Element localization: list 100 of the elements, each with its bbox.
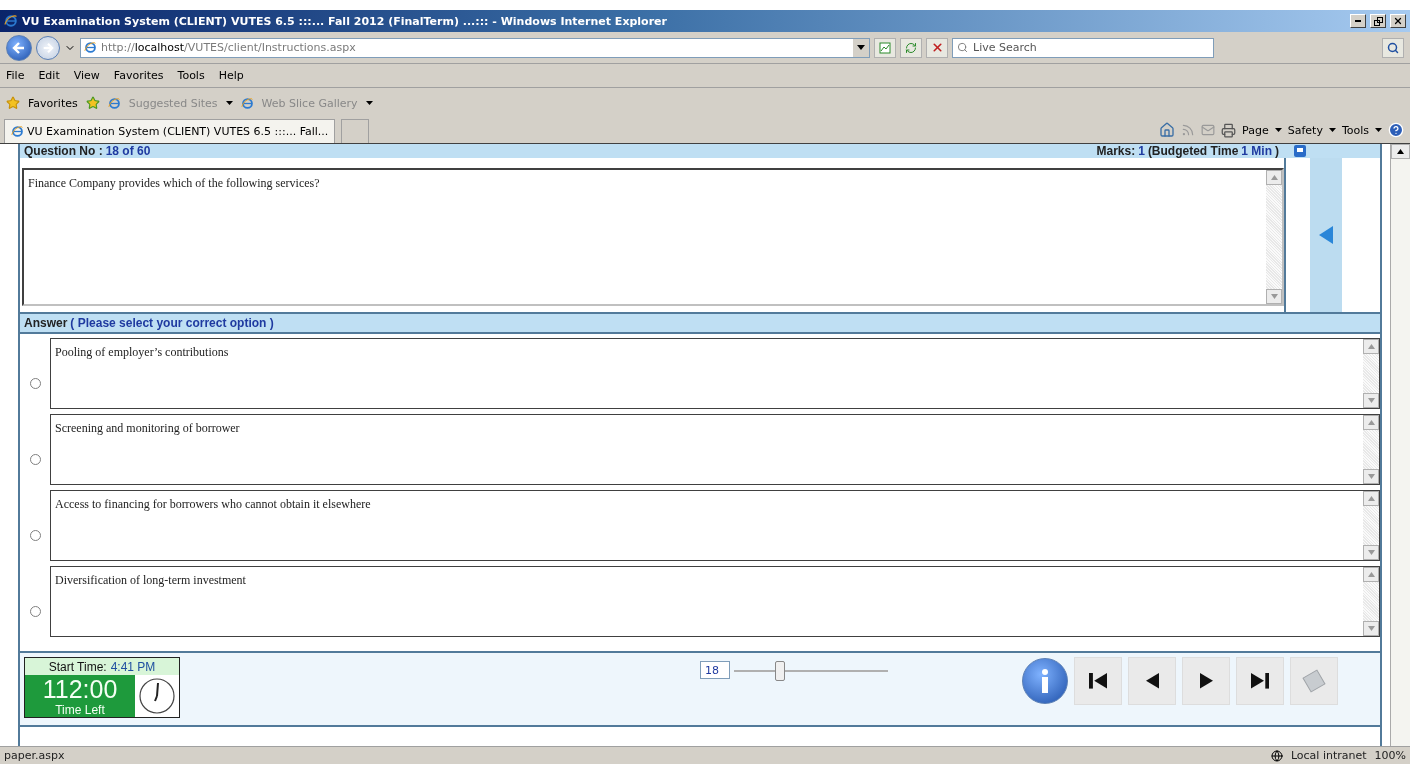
browser-icon (107, 96, 121, 110)
scrollbar[interactable] (1266, 170, 1282, 304)
question-number: 18 of 60 (105, 144, 151, 158)
stop-icon (930, 41, 944, 54)
command-menu[interactable]: Tools (1341, 123, 1369, 137)
previous-icon (1145, 673, 1159, 689)
caret-icon (1274, 128, 1282, 132)
last-button[interactable] (1236, 657, 1284, 705)
caret-icon (1328, 128, 1336, 132)
menu-item[interactable]: Tools (177, 69, 205, 82)
scroll-down-icon[interactable] (1270, 294, 1278, 299)
option-radio[interactable] (29, 606, 41, 617)
first-icon (1088, 673, 1108, 689)
info-button[interactable] (1022, 658, 1068, 704)
minimize-button[interactable] (1350, 14, 1366, 28)
restore-icon (1373, 16, 1383, 26)
time-left: 112:00 (42, 675, 118, 703)
scroll-down-icon[interactable] (1367, 398, 1375, 403)
menu-item[interactable]: Help (218, 69, 244, 82)
scroll-down-icon[interactable] (1367, 550, 1375, 555)
address-dropdown-button[interactable] (853, 38, 869, 57)
scrollbar[interactable] (1363, 491, 1379, 560)
scrollbar[interactable] (1363, 415, 1379, 484)
page-scrollbar[interactable] (1390, 144, 1410, 746)
menu-item[interactable]: View (73, 69, 100, 82)
status-text: paper.aspx (4, 749, 65, 762)
close-button[interactable] (1390, 14, 1406, 28)
caret-icon (1375, 128, 1382, 132)
last-icon (1250, 673, 1270, 689)
clock-icon (138, 677, 176, 715)
start-time-label: Start Time: (48, 659, 107, 674)
browser-icon (84, 41, 97, 54)
minimize-icon (1355, 20, 1361, 22)
option-radio[interactable] (29, 530, 41, 541)
next-icon (1199, 673, 1213, 689)
search-icon (957, 41, 968, 53)
close-icon (1393, 16, 1403, 26)
menu-item[interactable]: Edit (38, 69, 60, 82)
slider-thumb[interactable] (775, 661, 786, 681)
address-field[interactable]: http://localhost/VUTES/client/Instructions.aspx (80, 37, 870, 58)
scroll-down-icon[interactable] (1367, 626, 1375, 631)
forward-button[interactable] (36, 35, 60, 60)
option-radio[interactable] (29, 378, 41, 389)
info-icon (1041, 669, 1049, 693)
compatibility-button[interactable] (874, 37, 896, 58)
mail-icon[interactable] (1201, 123, 1216, 137)
caret-icon (365, 101, 373, 105)
page-icon (879, 41, 891, 54)
menu-item[interactable]: Favorites (113, 69, 164, 82)
budget-value: 1 Min (1241, 144, 1272, 158)
option-radio[interactable] (29, 454, 41, 465)
browser-icon (11, 125, 24, 138)
restore-button[interactable] (1370, 14, 1386, 28)
search-button[interactable] (1382, 37, 1404, 58)
home-icon[interactable] (1159, 122, 1176, 138)
scrollbar[interactable] (1363, 567, 1379, 636)
option-text: Pooling of employer’s contributions (54, 344, 230, 361)
caret-icon (225, 101, 233, 105)
save-icon[interactable] (1294, 145, 1306, 157)
refresh-icon (905, 41, 917, 54)
globe-icon (1270, 749, 1283, 762)
stop-button[interactable] (926, 37, 948, 58)
help-icon[interactable] (1388, 122, 1404, 138)
back-arrow-icon (12, 40, 26, 55)
zoom-level[interactable]: 100% (1374, 749, 1406, 762)
caret-icon (857, 45, 865, 50)
option-text: Screening and monitoring of borrower (54, 420, 241, 437)
window-title: VU Examination System (CLIENT) VUTES 6.5 :::... Fall 2012 (FinalTerm) ...::: - Windows Internet Explorer (22, 14, 668, 28)
add-favorite-icon[interactable] (85, 96, 100, 110)
search-field[interactable]: Live Search (952, 37, 1214, 58)
command-menu[interactable]: Page (1242, 123, 1269, 137)
save-button[interactable] (1290, 657, 1338, 705)
scroll-down-icon[interactable] (1367, 474, 1375, 479)
side-strip[interactable] (1310, 158, 1342, 312)
collapse-arrow-icon[interactable] (1319, 226, 1333, 244)
refresh-button[interactable] (900, 37, 922, 58)
option-text: Access to financing for borrowers who cannot obtain it elsewhere (54, 496, 372, 513)
back-button[interactable] (6, 34, 32, 61)
command-menu[interactable]: Safety (1287, 123, 1323, 137)
question-number-field[interactable]: 18 (700, 661, 730, 679)
first-button[interactable] (1074, 657, 1122, 705)
browser-icon (240, 96, 254, 110)
security-zone: Local intranet (1290, 749, 1367, 762)
new-tab-button[interactable] (341, 119, 370, 143)
marks-label: Marks: (1096, 144, 1136, 158)
answer-label: Answer (24, 316, 68, 330)
feeds-icon[interactable] (1181, 123, 1196, 137)
menu-item[interactable]: File (6, 69, 25, 82)
budget-label: (Budgeted Time (1147, 144, 1239, 158)
star-icon[interactable] (6, 96, 20, 110)
print-icon[interactable] (1221, 122, 1237, 138)
option-text: Diversification of long-term investment (54, 572, 247, 589)
answer-hint: ( Please select your correct option ) (70, 316, 274, 330)
scrollbar[interactable] (1363, 339, 1379, 408)
previous-button[interactable] (1128, 657, 1176, 705)
browser-tab[interactable]: VU Examination System (CLIENT) VUTES 6.5 :::... Fall... (4, 119, 336, 143)
favorites-button[interactable]: Favorites (28, 96, 78, 110)
next-button[interactable] (1182, 657, 1230, 705)
budget-end: ) (1275, 144, 1279, 158)
scroll-up-icon[interactable] (1397, 149, 1404, 154)
